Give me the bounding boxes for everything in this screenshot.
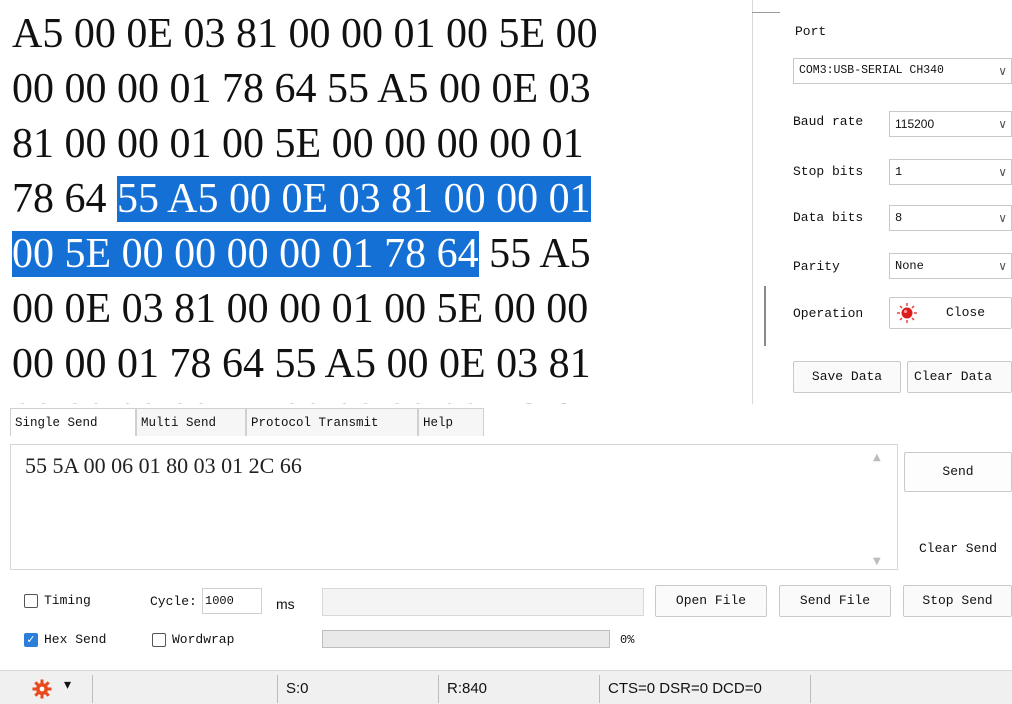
receive-line: 00 0E 03 81 00 00 01 00 5E 00 00 bbox=[12, 282, 598, 337]
receive-bytes: 78 64 bbox=[12, 176, 117, 222]
status-empty-cell bbox=[92, 675, 277, 703]
wordwrap-label: Wordwrap bbox=[172, 632, 235, 647]
port-status-icon bbox=[897, 303, 917, 323]
send-file-label: Send File bbox=[799, 593, 871, 608]
chevron-down-icon: ∨ bbox=[998, 211, 1007, 225]
receive-bytes: 00 00 00 01 78 64 55 A5 00 0E 03 bbox=[12, 66, 591, 112]
selected-bytes: 00 5E 00 00 00 00 01 78 64 bbox=[12, 231, 479, 277]
wordwrap-checkbox[interactable] bbox=[152, 633, 166, 647]
stop-bits-select[interactable]: 1 ∨ bbox=[889, 159, 1012, 185]
receive-line: 00 00 00 00 5B 00 00 00 00 1C 65 bbox=[12, 392, 598, 404]
open-file-button[interactable]: Open File bbox=[655, 585, 767, 617]
cycle-label: Cycle: bbox=[150, 594, 197, 609]
stop-send-button[interactable]: Stop Send bbox=[903, 585, 1012, 617]
chevron-down-icon: ∨ bbox=[998, 117, 1007, 131]
port-select[interactable]: COM3:USB-SERIAL CH340 ∨ bbox=[793, 58, 1012, 84]
tab-label: Help bbox=[423, 416, 454, 430]
receive-scrollbar[interactable] bbox=[764, 286, 766, 346]
baud-rate-label: Baud rate bbox=[793, 114, 864, 129]
status-bar: ▾ S:0 R:840 CTS=0 DSR=0 DCD=0 bbox=[0, 670, 1012, 704]
data-bits-value: 8 bbox=[895, 211, 903, 225]
send-label: Send bbox=[942, 464, 974, 479]
divider bbox=[752, 12, 780, 13]
timing-label: Timing bbox=[44, 593, 91, 608]
receive-bytes: 00 00 01 78 64 55 A5 00 0E 03 81 bbox=[12, 341, 591, 387]
send-button[interactable]: Send bbox=[904, 452, 1012, 492]
operation-label: Operation bbox=[793, 306, 864, 321]
receive-bytes: 00 00 00 00 5B 00 00 00 00 1C 65 bbox=[12, 396, 593, 404]
tab-single-send[interactable]: Single Send bbox=[10, 408, 136, 436]
tab-multi-send[interactable]: Multi Send bbox=[136, 408, 246, 436]
tab-label: Protocol Transmit bbox=[251, 416, 379, 430]
tab-protocol-transmit[interactable]: Protocol Transmit bbox=[246, 408, 418, 436]
parity-select[interactable]: None ∨ bbox=[889, 253, 1012, 279]
port-label: Port bbox=[795, 24, 827, 39]
receive-bytes: 55 A5 bbox=[478, 231, 591, 277]
parity-label: Parity bbox=[793, 259, 840, 274]
chevron-down-icon: ∨ bbox=[998, 165, 1007, 179]
receive-bytes: 81 00 00 01 00 5E 00 00 00 00 01 bbox=[12, 121, 584, 167]
settings-gear-icon[interactable] bbox=[32, 679, 52, 699]
open-file-label: Open File bbox=[675, 593, 747, 608]
send-file-button[interactable]: Send File bbox=[779, 585, 891, 617]
tab-label: Multi Send bbox=[141, 416, 217, 430]
menu-dropdown-icon[interactable]: ▾ bbox=[64, 677, 71, 693]
cycle-unit: ms bbox=[276, 596, 295, 612]
parity-value: None bbox=[895, 259, 924, 273]
receive-bytes: A5 00 0E 03 81 00 00 01 00 5E 00 bbox=[12, 11, 598, 57]
data-bits-select[interactable]: 8 ∨ bbox=[889, 205, 1012, 231]
timing-checkbox[interactable] bbox=[24, 594, 38, 608]
receive-display[interactable]: A5 00 0E 03 81 00 00 01 00 5E 00 00 00 00… bbox=[0, 0, 753, 404]
receive-line: A5 00 0E 03 81 00 00 01 00 5E 00 bbox=[12, 7, 598, 62]
hex-send-checkbox[interactable]: ✓ bbox=[24, 633, 38, 647]
scroll-down-icon[interactable]: ▼ bbox=[873, 556, 881, 567]
clear-data-label: Clear Data bbox=[914, 369, 993, 384]
clear-data-button[interactable]: Clear Data bbox=[907, 361, 1012, 393]
receive-line: 00 00 01 78 64 55 A5 00 0E 03 81 bbox=[12, 337, 598, 392]
chevron-down-icon: ∨ bbox=[998, 64, 1007, 78]
chevron-down-icon: ∨ bbox=[998, 259, 1007, 273]
baud-rate-value: 115200 bbox=[895, 117, 935, 131]
scroll-up-icon[interactable]: ▲ bbox=[873, 452, 881, 463]
save-data-label: Save Data bbox=[811, 369, 883, 384]
send-progress-bar bbox=[322, 630, 610, 648]
clear-send-button[interactable]: Clear Send bbox=[904, 530, 1012, 570]
save-data-button[interactable]: Save Data bbox=[793, 361, 901, 393]
tab-help[interactable]: Help bbox=[418, 408, 484, 436]
stop-send-label: Stop Send bbox=[922, 593, 993, 608]
file-path-field[interactable] bbox=[322, 588, 644, 616]
received-count: R:840 bbox=[438, 675, 599, 703]
receive-line: 00 00 00 01 78 64 55 A5 00 0E 03 bbox=[12, 62, 598, 117]
port-value: COM3:USB-SERIAL CH340 bbox=[799, 64, 944, 77]
stop-bits-label: Stop bits bbox=[793, 164, 864, 179]
hex-send-label: Hex Send bbox=[44, 632, 107, 647]
receive-line: 78 64 55 A5 00 0E 03 81 00 00 01 bbox=[12, 172, 598, 227]
clear-send-label: Clear Send bbox=[918, 541, 997, 556]
close-port-label: Close bbox=[946, 305, 986, 320]
data-bits-label: Data bits bbox=[793, 210, 864, 225]
stop-bits-value: 1 bbox=[895, 165, 903, 179]
tab-label: Single Send bbox=[15, 416, 98, 430]
cycle-input[interactable]: 1000 bbox=[202, 588, 262, 614]
modem-lines-text: CTS=0 DSR=0 DCD=0 bbox=[608, 680, 762, 697]
modem-lines-status: CTS=0 DSR=0 DCD=0 bbox=[599, 675, 811, 703]
sent-count-text: S:0 bbox=[286, 680, 309, 697]
baud-rate-select[interactable]: 115200 ∨ bbox=[889, 111, 1012, 137]
check-icon: ✓ bbox=[26, 633, 36, 646]
receive-bytes: 00 0E 03 81 00 00 01 00 5E 00 00 bbox=[12, 286, 589, 332]
send-text: 55 5A 00 06 01 80 03 01 2C 66 bbox=[25, 453, 302, 478]
cycle-value: 1000 bbox=[205, 594, 234, 608]
progress-percent: 0% bbox=[620, 633, 635, 647]
receive-line: 00 5E 00 00 00 00 01 78 64 55 A5 bbox=[12, 227, 598, 282]
received-count-text: R:840 bbox=[447, 680, 488, 697]
sent-count: S:0 bbox=[277, 675, 438, 703]
receive-lines: A5 00 0E 03 81 00 00 01 00 5E 00 00 00 00… bbox=[12, 7, 598, 404]
receive-line: 81 00 00 01 00 5E 00 00 00 00 01 bbox=[12, 117, 598, 172]
send-input[interactable]: 55 5A 00 06 01 80 03 01 2C 66 bbox=[10, 444, 898, 570]
selected-bytes: 55 A5 00 0E 03 81 00 00 01 bbox=[117, 176, 591, 222]
